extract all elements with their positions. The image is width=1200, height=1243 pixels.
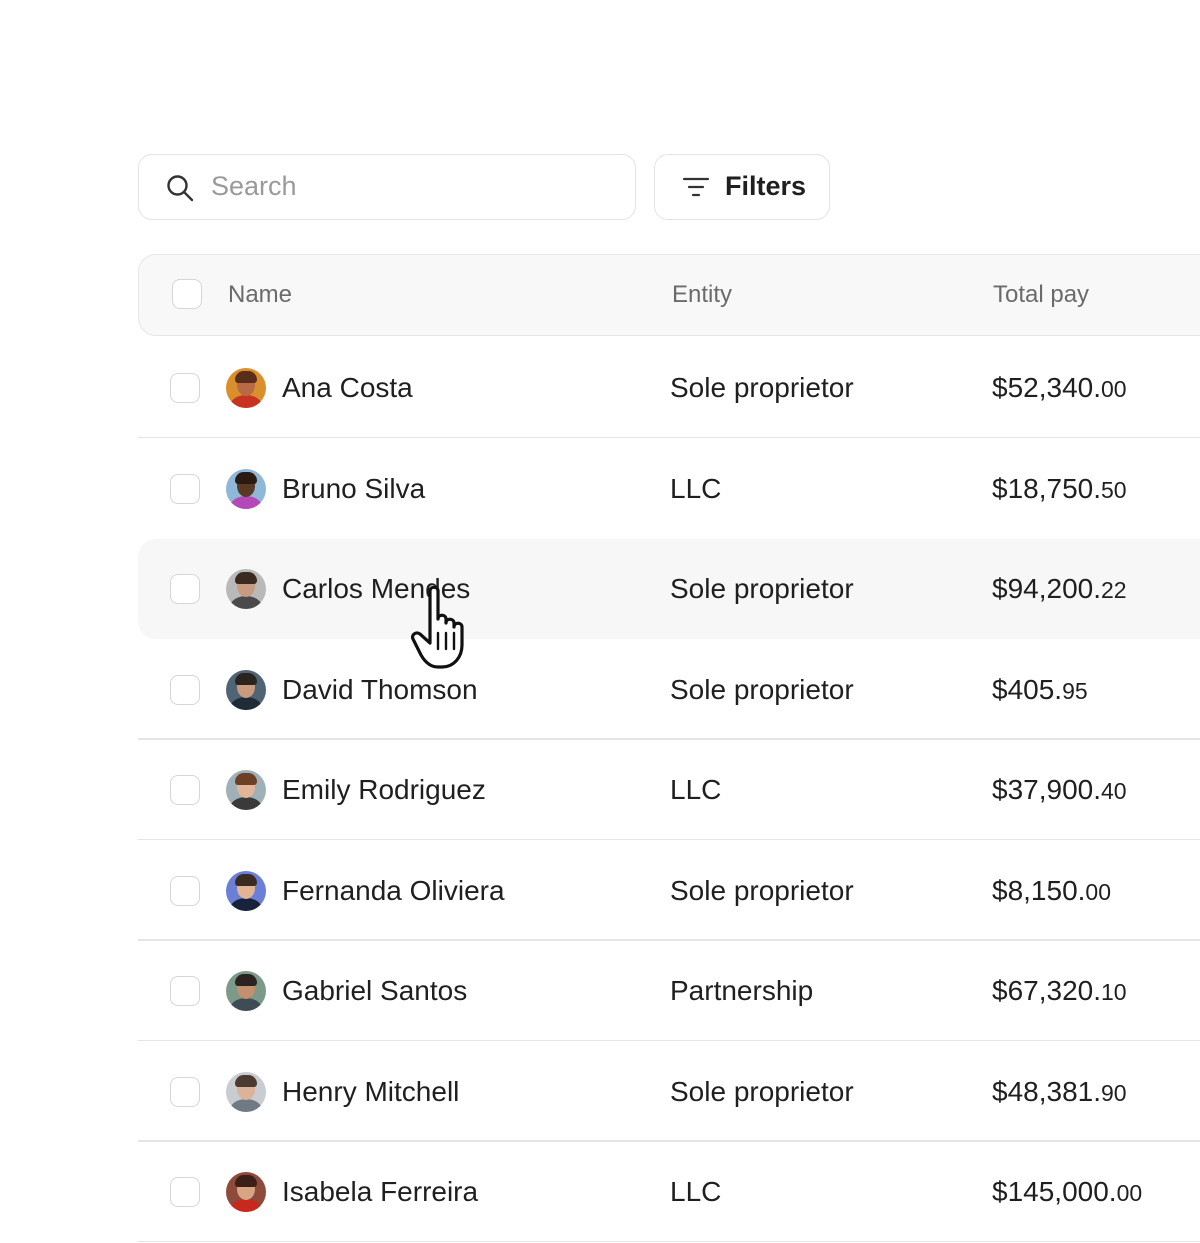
row-total-pay-whole: $94,200.	[992, 573, 1101, 604]
avatar	[226, 770, 266, 810]
avatar	[226, 870, 266, 911]
row-entity: Sole proprietor	[670, 1075, 854, 1107]
table-row[interactable]: Bruno Silva LLC $18,750.50	[138, 439, 1200, 539]
row-total-pay: $67,320.10	[992, 941, 1127, 1042]
avatar	[226, 669, 266, 710]
row-name[interactable]: Emily Rodriguez	[282, 740, 486, 840]
row-total-pay-cents: 00	[1116, 1180, 1143, 1206]
row-checkbox[interactable]	[170, 775, 200, 805]
row-entity: Partnership	[670, 975, 814, 1006]
table-row[interactable]: Fernanda Oliviera Sole proprietor $8,150.0…	[138, 841, 1200, 941]
row-name[interactable]: Fernanda Oliviera	[282, 841, 505, 941]
row-total-pay-whole: $18,750.	[992, 472, 1101, 504]
table-header: Name Entity Total pay	[138, 254, 1200, 336]
row-entity: Sole proprietor	[670, 573, 854, 604]
search-icon	[167, 175, 194, 202]
row-total-pay: $8,150.00	[992, 841, 1111, 942]
row-total-pay: $52,340.00	[992, 338, 1127, 439]
row-total-pay: $405.95	[992, 640, 1088, 741]
table-row[interactable]: Carlos Mendes Sole proprietor $94,200.22	[138, 539, 1200, 639]
row-total-pay-cents: 00	[1085, 878, 1112, 905]
avatar	[226, 368, 266, 408]
table-row[interactable]: Emily Rodriguez LLC $37,900.40	[138, 740, 1200, 840]
row-total-pay: $145,000.00	[992, 1142, 1142, 1243]
column-header-name[interactable]: Name	[228, 255, 292, 334]
filters-button[interactable]: Filters	[654, 154, 830, 220]
row-entity: Sole proprietor	[670, 673, 854, 705]
filter-icon	[682, 177, 710, 197]
row-checkbox[interactable]	[170, 875, 200, 906]
row-total-pay: $94,200.22	[992, 539, 1127, 640]
row-total-pay-cents: 90	[1101, 1079, 1127, 1106]
row-total-pay-whole: $67,320.	[992, 975, 1101, 1006]
row-name[interactable]: Isabela Ferreira	[282, 1142, 478, 1242]
table-row[interactable]: David Thomson Sole proprietor $405.95	[138, 640, 1200, 740]
hand-pointer-cursor-icon	[410, 585, 464, 669]
row-total-pay-whole: $37,900.	[992, 774, 1101, 805]
avatar	[226, 1172, 266, 1212]
row-total-pay-cents: 95	[1062, 677, 1088, 704]
row-entity: Sole proprietor	[670, 874, 854, 906]
row-checkbox[interactable]	[170, 1076, 200, 1107]
row-name[interactable]: Bruno Silva	[282, 439, 425, 539]
row-entity: LLC	[670, 774, 722, 805]
row-total-pay-cents: 22	[1101, 577, 1127, 603]
row-total-pay-whole: $52,340.	[992, 372, 1101, 403]
search-box[interactable]	[138, 154, 636, 220]
column-header-entity[interactable]: Entity	[672, 255, 732, 334]
row-total-pay-cents: 40	[1101, 778, 1127, 804]
row-total-pay-whole: $145,000.	[992, 1176, 1117, 1207]
row-checkbox[interactable]	[170, 674, 200, 705]
row-total-pay-cents: 10	[1101, 979, 1127, 1005]
avatar	[226, 1071, 266, 1112]
table-row[interactable]: Gabriel Santos Partnership $67,320.10	[138, 941, 1200, 1041]
row-total-pay-whole: $8,150.	[992, 874, 1086, 906]
row-name[interactable]: Henry Mitchell	[282, 1042, 459, 1142]
row-name[interactable]: Ana Costa	[282, 338, 413, 438]
filters-label: Filters	[725, 171, 807, 201]
row-name[interactable]: Gabriel Santos	[282, 941, 467, 1041]
row-total-pay-whole: $405.	[992, 673, 1063, 705]
row-entity: Sole proprietor	[670, 372, 854, 403]
row-checkbox[interactable]	[170, 976, 200, 1006]
select-all-checkbox[interactable]	[172, 279, 202, 309]
row-divider	[138, 1240, 1200, 1242]
row-checkbox[interactable]	[170, 473, 200, 504]
table-row[interactable]: Henry Mitchell Sole proprietor $48,381.90	[138, 1042, 1200, 1142]
search-input[interactable]	[211, 155, 611, 218]
avatar	[226, 971, 266, 1011]
row-total-pay: $18,750.50	[992, 439, 1127, 540]
row-checkbox[interactable]	[170, 1177, 200, 1207]
row-total-pay-cents: 00	[1101, 376, 1127, 402]
row-total-pay-cents: 50	[1101, 476, 1127, 503]
row-total-pay: $37,900.40	[992, 740, 1127, 841]
table-row[interactable]: Isabela Ferreira LLC $145,000.00	[138, 1142, 1200, 1242]
row-total-pay-whole: $48,381.	[992, 1075, 1101, 1107]
avatar	[226, 468, 266, 509]
row-total-pay: $48,381.90	[992, 1042, 1127, 1143]
row-entity: LLC	[670, 472, 722, 504]
row-checkbox[interactable]	[170, 574, 200, 604]
row-checkbox[interactable]	[170, 373, 200, 403]
table-row[interactable]: Ana Costa Sole proprietor $52,340.00	[138, 338, 1200, 438]
column-header-total-pay[interactable]: Total pay	[993, 255, 1089, 334]
row-entity: LLC	[670, 1176, 722, 1207]
avatar	[226, 569, 266, 609]
